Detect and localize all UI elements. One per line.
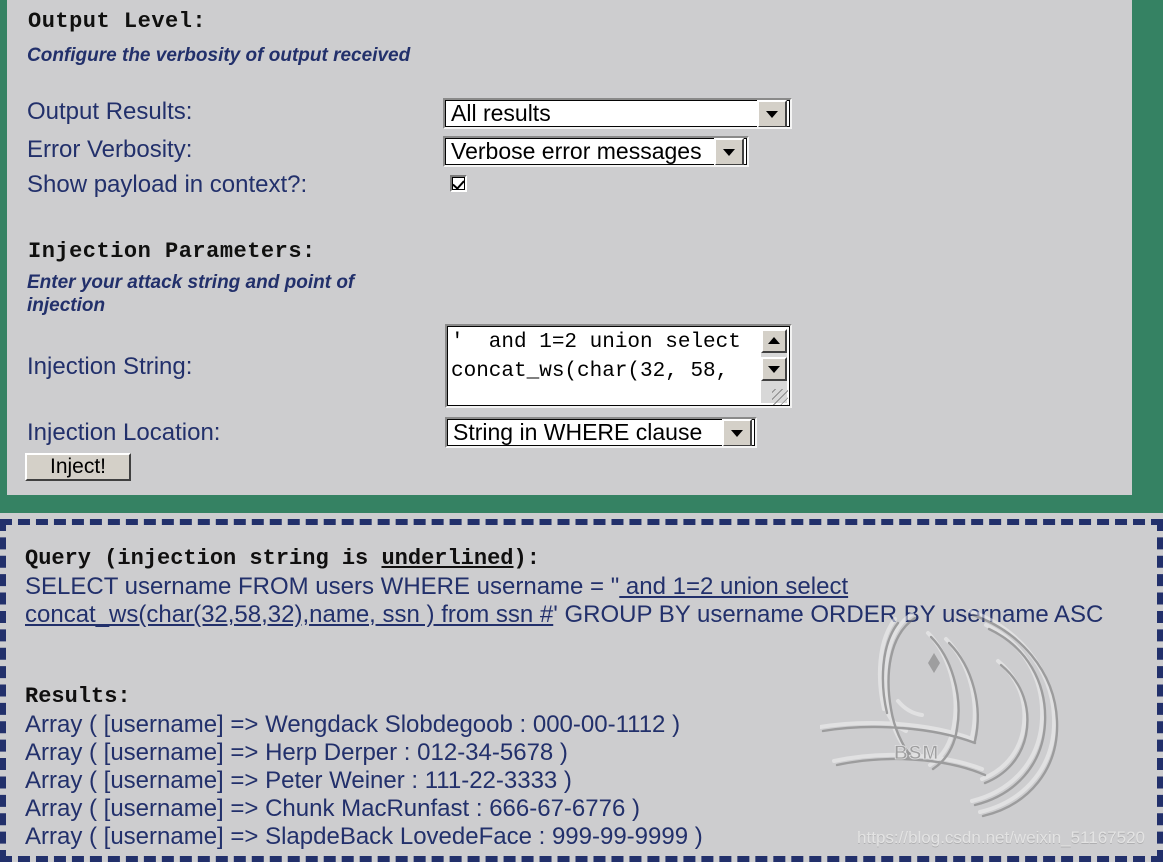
injection-string-textarea[interactable]: ' and 1=2 union select concat_ws(char(32…: [445, 324, 792, 408]
error-verbosity-value: Verbose error messages: [451, 138, 702, 164]
results-output-panel: Query (injection string is underlined): …: [0, 519, 1163, 862]
query-heading: Query (injection string is underlined):: [25, 546, 540, 571]
output-level-description: Configure the verbosity of output receiv…: [27, 45, 411, 66]
list-item: Array ( [username] => Peter Weiner : 111…: [25, 767, 572, 794]
query-heading-underlined: underlined: [381, 546, 514, 571]
output-results-value: All results: [451, 100, 551, 126]
chevron-down-icon[interactable]: [757, 100, 787, 127]
injection-location-select[interactable]: String in WHERE clause: [445, 417, 757, 448]
scroll-down-icon[interactable]: [761, 357, 787, 381]
results-heading: Results:: [25, 684, 131, 709]
error-verbosity-select[interactable]: Verbose error messages: [443, 136, 749, 167]
query-statement: SELECT username FROM users WHERE usernam…: [25, 573, 1129, 629]
watermark-url: https://blog.csdn.net/weixin_51167520: [857, 828, 1145, 847]
query-prefix: SELECT username FROM users WHERE usernam…: [25, 573, 620, 600]
output-results-select[interactable]: All results: [443, 98, 792, 129]
injection-location-value: String in WHERE clause: [453, 419, 703, 445]
query-heading-suffix: ):: [513, 546, 540, 571]
output-results-label: Output Results:: [27, 98, 193, 125]
injection-string-value: ' and 1=2 union select concat_ws(char(32…: [451, 331, 754, 383]
output-level-heading: Output Level:: [28, 9, 207, 34]
injection-form-panel: Output Level: Configure the verbosity of…: [0, 0, 1163, 513]
list-item: Array ( [username] => SlapdeBack LovedeF…: [25, 823, 703, 850]
chevron-down-icon[interactable]: [722, 419, 752, 446]
list-item: Array ( [username] => Herp Derper : 012-…: [25, 739, 568, 766]
list-item: Array ( [username] => Chunk MacRunfast :…: [25, 795, 640, 822]
resize-grip-icon[interactable]: [772, 389, 788, 405]
injection-parameters-heading: Injection Parameters:: [28, 239, 316, 264]
query-suffix: ' GROUP BY username ORDER BY username AS…: [553, 601, 1104, 628]
error-verbosity-label: Error Verbosity:: [27, 136, 193, 163]
query-heading-prefix: Query (injection string is: [25, 546, 382, 571]
inject-button[interactable]: Inject!: [25, 453, 131, 481]
injection-location-label: Injection Location:: [27, 419, 221, 446]
app-page: Output Level: Configure the verbosity of…: [0, 0, 1163, 862]
form-content: Output Level: Configure the verbosity of…: [7, 0, 1132, 495]
results-content: Query (injection string is underlined): …: [6, 525, 1157, 856]
scroll-up-icon[interactable]: [761, 329, 787, 353]
show-payload-label: Show payload in context?:: [27, 171, 308, 198]
list-item: Array ( [username] => Wengdack Slobdegoo…: [25, 711, 681, 738]
chevron-down-icon[interactable]: [714, 138, 744, 165]
injection-parameters-description: Enter your attack string and point of in…: [27, 272, 355, 316]
injection-string-label: Injection String:: [27, 353, 193, 380]
show-payload-checkbox[interactable]: [450, 175, 467, 192]
